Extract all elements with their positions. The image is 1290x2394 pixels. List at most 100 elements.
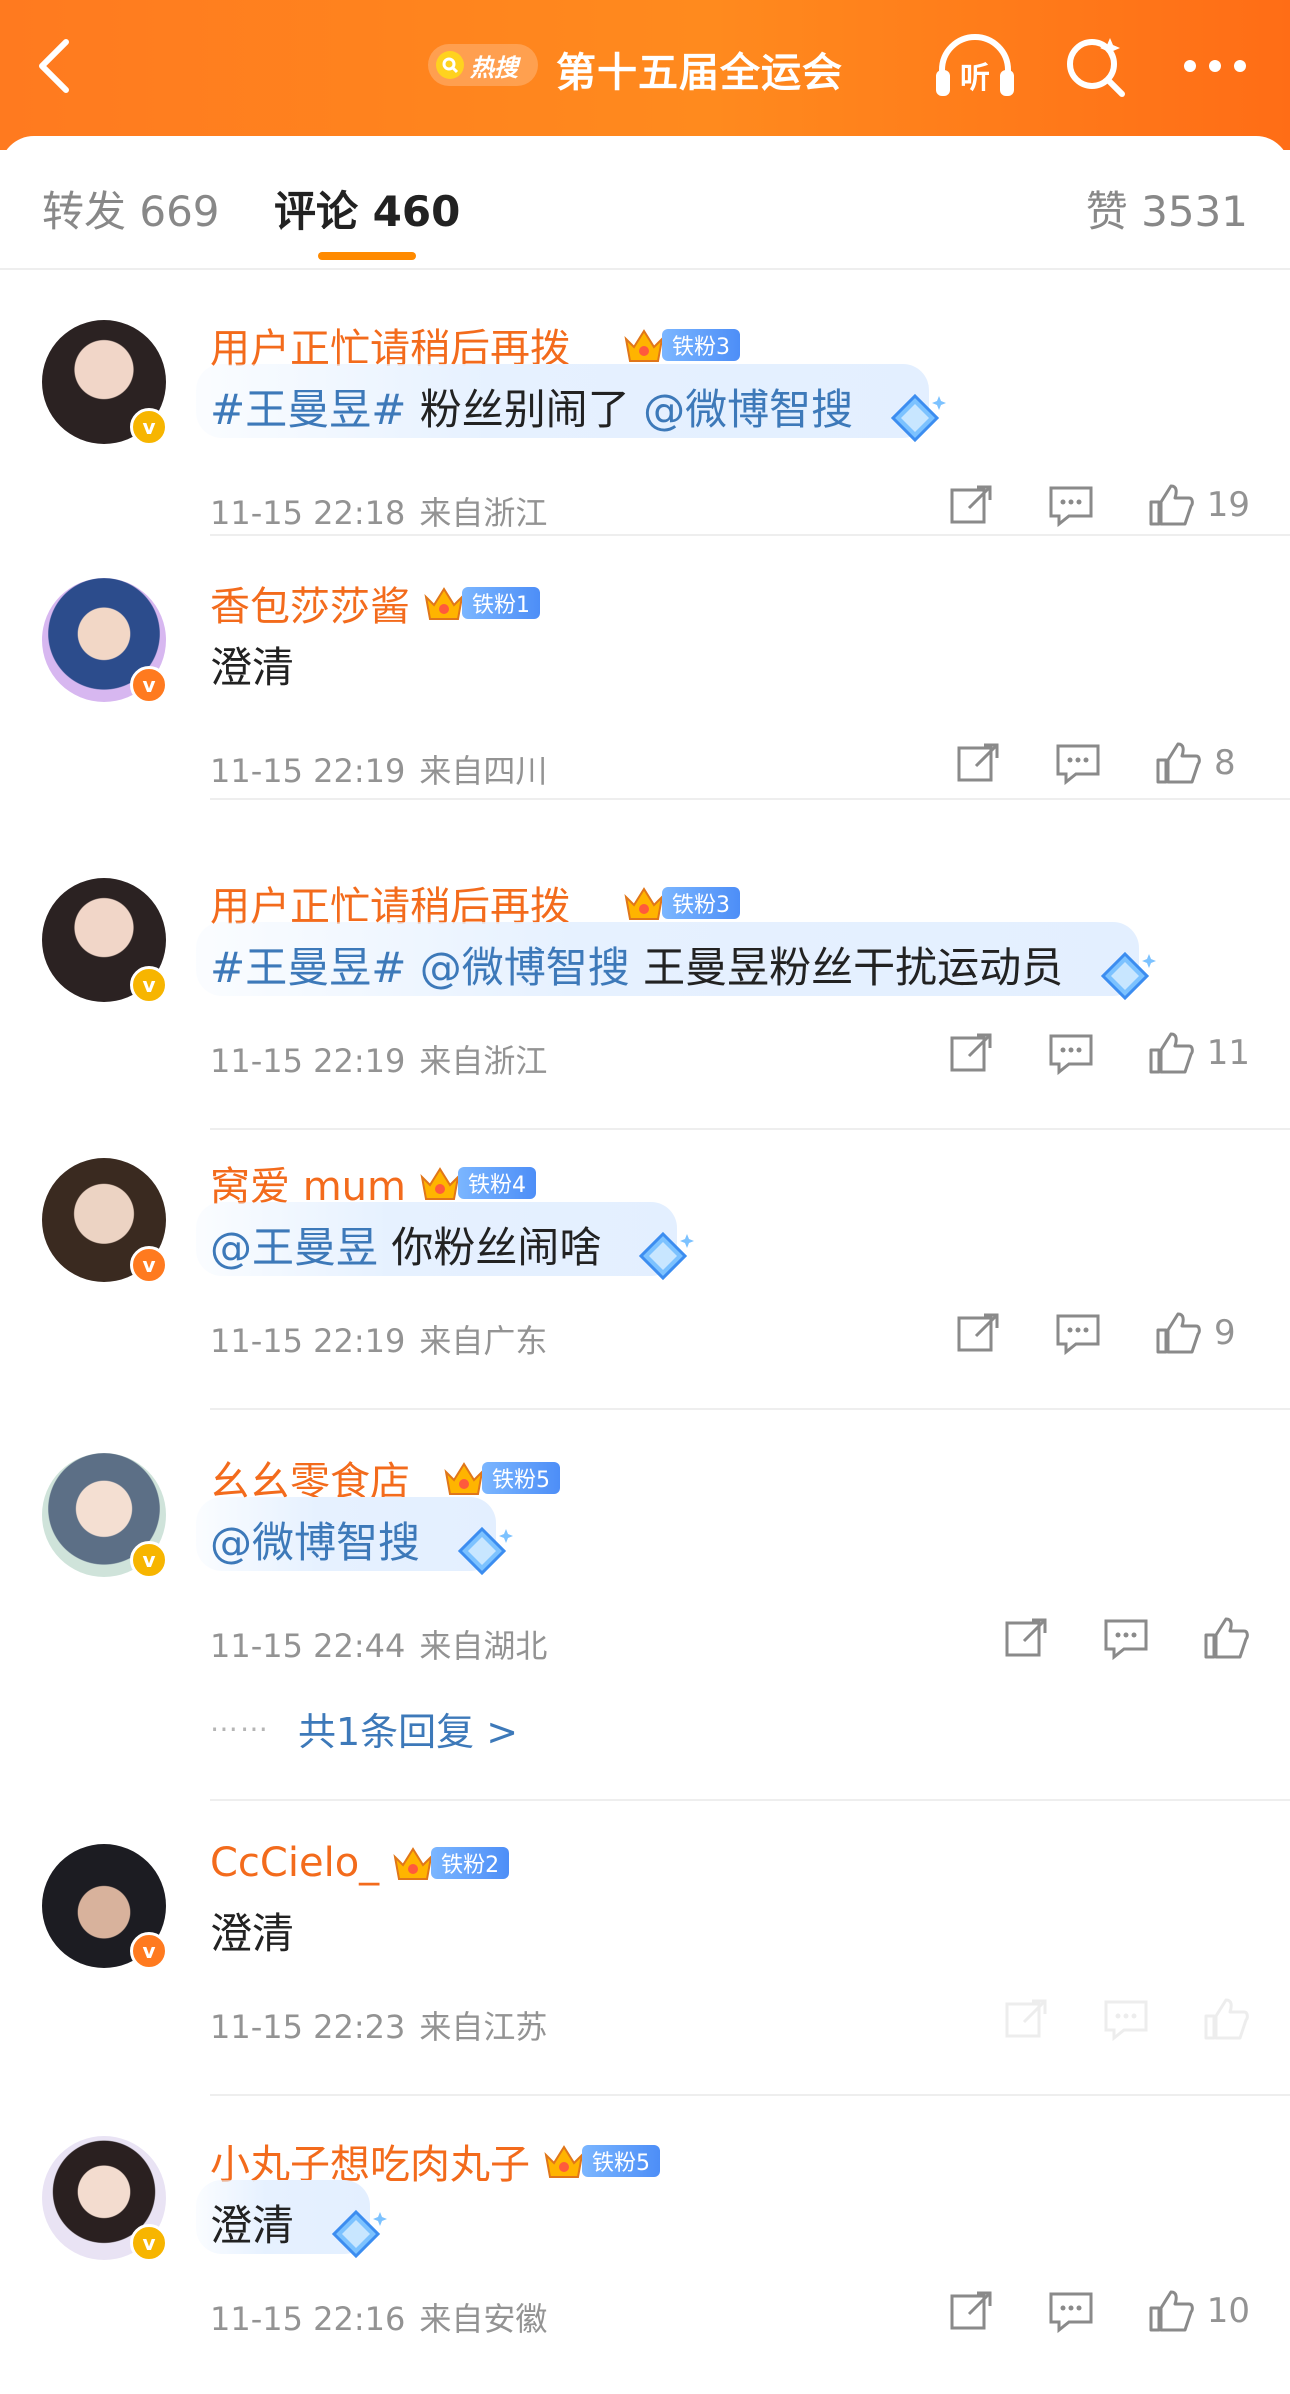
comment-time: 11-15 22:44 xyxy=(210,1627,406,1665)
mention-link[interactable]: @微博智搜 xyxy=(420,943,630,992)
comment-icon[interactable] xyxy=(1047,2288,1095,2334)
username[interactable]: 香包莎莎酱 xyxy=(210,574,410,632)
comment-location: 来自浙江 xyxy=(419,1042,548,1080)
comment-actions xyxy=(1002,1615,1250,1661)
comment-actions: 8 xyxy=(954,740,1250,786)
comment-time: 11-15 22:19 xyxy=(210,1042,406,1080)
comment-icon[interactable] xyxy=(1102,1615,1150,1661)
tab-comments[interactable]: 评论 460 xyxy=(274,178,460,239)
reply-dots: ⋯⋯ xyxy=(210,1712,270,1745)
mention-link[interactable]: @微博智搜 xyxy=(210,1518,420,1567)
mention-link[interactable]: #王曼昱# xyxy=(210,943,406,992)
avatar[interactable]: v xyxy=(42,578,168,704)
crown-icon xyxy=(393,1847,433,1880)
comment-text: 澄清 xyxy=(210,634,294,695)
verified-badge-icon: v xyxy=(130,408,168,446)
share-icon[interactable] xyxy=(1002,1996,1050,2042)
active-tab-indicator xyxy=(318,252,416,260)
like-thumb-icon[interactable] xyxy=(1147,1030,1195,1076)
comment-text: @微博智搜 xyxy=(210,1509,420,1570)
comment-icon[interactable] xyxy=(1047,1030,1095,1076)
verified-badge-icon: v xyxy=(130,1932,168,1970)
mention-link[interactable]: @微博智搜 xyxy=(643,385,853,434)
view-replies-link[interactable]: ⋯⋯ 共1条回复 > xyxy=(210,1701,518,1756)
verified-badge-icon: v xyxy=(130,1541,168,1579)
fan-level-badge: 铁粉4 xyxy=(458,1167,536,1199)
comment-meta: 11-15 22:19 来自四川 xyxy=(210,746,547,792)
tab-repost[interactable]: 转发 669 xyxy=(42,178,220,239)
avatar[interactable]: v xyxy=(42,878,168,1004)
comment-divider xyxy=(210,798,1290,800)
diamond-sticker-icon xyxy=(639,1231,695,1281)
share-icon[interactable] xyxy=(954,1310,1002,1356)
avatar[interactable]: v xyxy=(42,1453,168,1579)
comment-text: @王曼昱 你粉丝闹啥 xyxy=(210,1214,601,1275)
avatar[interactable]: v xyxy=(42,320,168,446)
comment-location: 来自安徽 xyxy=(419,2300,548,2338)
view-replies-label[interactable]: 共1条回复 > xyxy=(298,1701,518,1756)
comment-meta: 11-15 22:16 来自安徽 xyxy=(210,2294,547,2340)
comment-meta: 11-15 22:44 来自湖北 xyxy=(210,1621,547,1667)
comment-text-segment: 澄清 xyxy=(210,643,295,692)
comment-actions: 19 xyxy=(947,482,1250,528)
share-icon[interactable] xyxy=(954,740,1002,786)
fan-level-badge: 铁粉2 xyxy=(431,1847,510,1879)
comment-location: 来自湖北 xyxy=(419,1627,548,1665)
comment-time: 11-15 22:18 xyxy=(210,494,406,532)
share-icon[interactable] xyxy=(947,482,995,528)
listen-label: 听 xyxy=(960,61,990,96)
comment-location: 来自四川 xyxy=(419,752,548,790)
tab-likes[interactable]: 赞 3531 xyxy=(1086,178,1248,239)
comment-text-segment: 你粉丝闹啥 xyxy=(378,1223,602,1272)
diamond-sticker-icon xyxy=(1101,951,1157,1001)
share-icon[interactable] xyxy=(947,2288,995,2334)
back-arrow-icon[interactable] xyxy=(30,36,80,96)
diamond-sticker-icon xyxy=(457,1526,514,1576)
fan-level-badge: 铁粉5 xyxy=(582,2145,660,2177)
search-icon[interactable] xyxy=(1060,30,1130,100)
avatar[interactable]: v xyxy=(42,1844,168,1970)
share-icon[interactable] xyxy=(947,1030,995,1076)
comment-icon[interactable] xyxy=(1102,1996,1150,2042)
headphones-listen-icon[interactable]: 听 xyxy=(932,30,1018,100)
comment-time: 11-15 22:19 xyxy=(210,752,406,790)
username-row: CcCielo_ 铁粉2 xyxy=(210,1840,510,1886)
comment-icon[interactable] xyxy=(1054,1310,1102,1356)
avatar[interactable]: v xyxy=(42,2136,168,2262)
comment-item: v CcCielo_ 铁粉2 澄清 11-15 22:23 来自江苏 xyxy=(0,1802,1290,2096)
comment-item: v 小丸子想吃肉丸子 铁粉5 澄清 11-15 22:16 来自安徽 10 xyxy=(0,2094,1290,2394)
comment-text: #王曼昱# @微博智搜 王曼昱粉丝干扰运动员 xyxy=(210,934,1063,995)
comment-location: 来自江苏 xyxy=(419,2008,548,2046)
fan-level-badge: 铁粉5 xyxy=(482,1462,560,1494)
share-icon[interactable] xyxy=(1002,1615,1050,1661)
comment-text-segment xyxy=(406,943,419,992)
more-icon[interactable] xyxy=(1180,56,1250,76)
comment-meta: 11-15 22:23 来自江苏 xyxy=(210,2002,547,2048)
comments-sheet: 转发 669 评论 460 赞 3531 v 用户正忙请稍后再拨__ 铁粉3 #王曼昱… xyxy=(0,136,1290,2347)
fan-level-badge: 铁粉3 xyxy=(662,887,740,919)
comment-time: 11-15 22:16 xyxy=(210,2300,406,2338)
avatar[interactable]: v xyxy=(42,1158,168,1284)
like-thumb-icon[interactable] xyxy=(1154,740,1202,786)
like-thumb-icon[interactable] xyxy=(1154,1310,1202,1356)
comment-location: 来自浙江 xyxy=(419,494,548,532)
verified-badge-icon: v xyxy=(130,966,168,1004)
like-thumb-icon[interactable] xyxy=(1147,482,1195,528)
comment-text: 澄清 xyxy=(210,1900,294,1961)
like-thumb-icon[interactable] xyxy=(1202,1615,1250,1661)
comment-actions: 9 xyxy=(954,1310,1250,1356)
page-title: 第十五届全运会 xyxy=(556,50,843,96)
comment-icon[interactable] xyxy=(1054,740,1102,786)
like-thumb-icon[interactable] xyxy=(1202,1996,1250,2042)
comment-item: v 幺幺零食店_ 铁粉5 @微博智搜 11-15 22:44 来自湖北 ⋯⋯ 共1条回复 > xyxy=(0,1411,1290,1801)
mention-link[interactable]: @王曼昱 xyxy=(210,1223,378,1272)
hot-search-badge[interactable]: 热搜 xyxy=(428,44,538,86)
username[interactable]: CcCielo_ xyxy=(210,1840,379,1886)
comment-item: v 窝爱 mum 铁粉4 @王曼昱 你粉丝闹啥 11-15 22:19 来自广东 9 xyxy=(0,1116,1290,1410)
like-thumb-icon[interactable] xyxy=(1147,2288,1195,2334)
comment-actions xyxy=(1002,1996,1250,2042)
verified-badge-icon: v xyxy=(130,2224,168,2262)
crown-icon xyxy=(624,329,664,362)
mention-link[interactable]: #王曼昱# xyxy=(210,385,406,434)
comment-icon[interactable] xyxy=(1047,482,1095,528)
